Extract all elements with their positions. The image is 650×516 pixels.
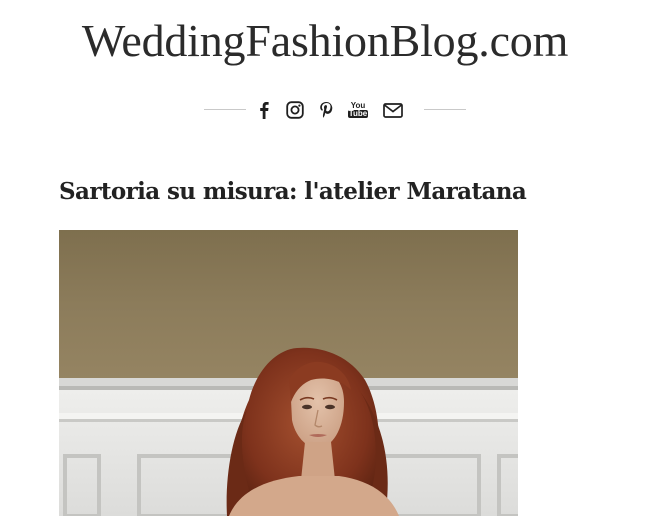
youtube-label-bottom: Tube: [347, 109, 369, 118]
divider-right: [424, 109, 466, 110]
youtube-icon[interactable]: You Tube: [346, 97, 370, 123]
email-icon[interactable]: [381, 97, 405, 123]
instagram-icon[interactable]: [283, 97, 307, 123]
hero-photo: [59, 230, 518, 516]
post-title[interactable]: Sartoria su misura: l'atelier Maratana: [59, 178, 527, 205]
pinterest-icon[interactable]: [314, 97, 338, 123]
hero-image[interactable]: [59, 230, 518, 516]
divider-left: [204, 109, 246, 110]
facebook-icon[interactable]: [252, 97, 276, 123]
social-links: You Tube: [0, 97, 650, 123]
site-title[interactable]: WeddingFashionBlog.com: [0, 14, 650, 67]
